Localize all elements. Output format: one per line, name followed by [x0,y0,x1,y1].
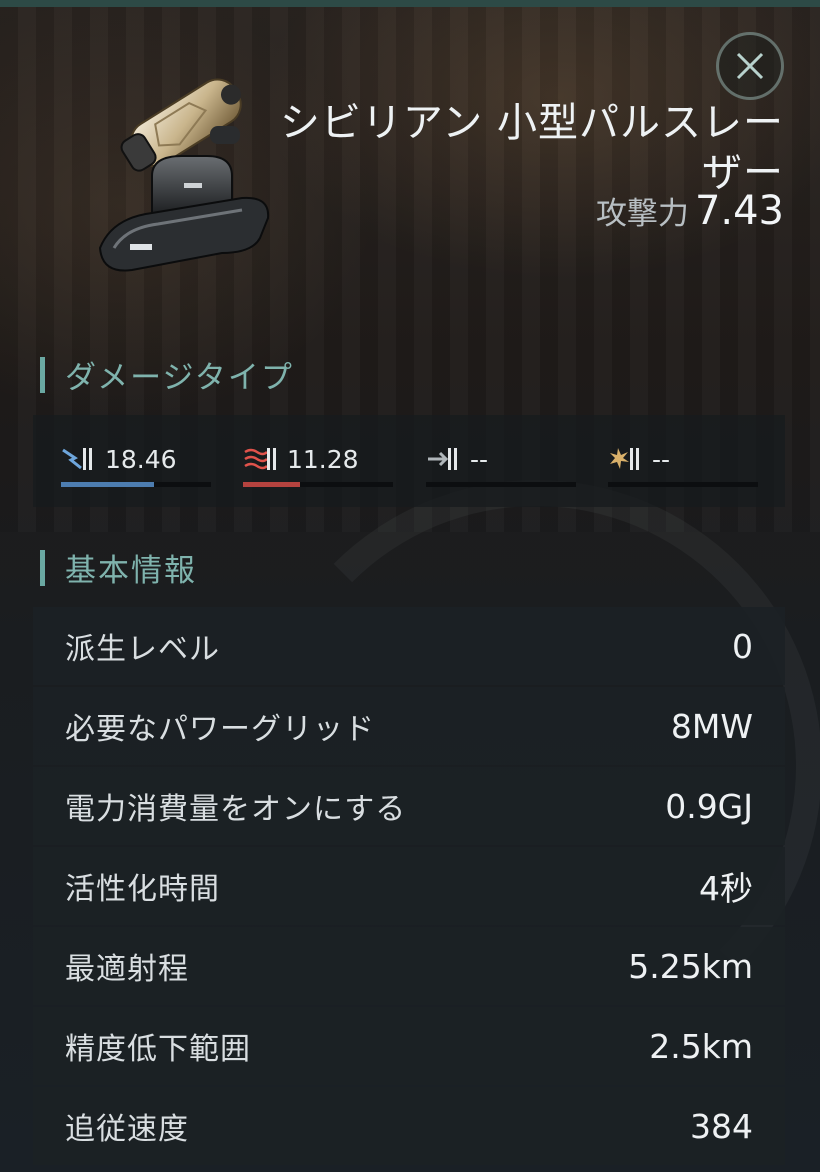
damage-value: -- [470,444,489,474]
item-name: シビリアン 小型パルスレーザー [279,100,784,196]
em-damage-icon [62,448,92,470]
damage-bar-fill [243,482,300,487]
section-accent-bar [40,356,45,393]
damage-value: 18.46 [105,444,177,474]
info-label: 派生レベル [65,632,220,667]
pulse-laser-turret-icon [92,48,282,278]
damage-value: 11.28 [287,444,359,474]
damage-bar-fill [61,482,154,487]
section-title: ダメージタイプ [65,360,294,396]
damage-kinetic: -- [426,439,576,489]
attack-value: 7.43 [694,188,784,234]
info-label: 追従速度 [65,1112,189,1147]
info-value: 0.9GJ [665,786,753,826]
top-accent-line [0,0,820,7]
basic-info-table: 派生レベル 0 必要なパワーグリッド 8MW 電力消費量をオンにする 0.9GJ… [33,607,785,1167]
damage-bar [608,482,758,487]
info-label: 必要なパワーグリッド [65,712,375,747]
attack-stat: 攻撃力 7.43 [596,188,784,234]
section-title: 基本情報 [65,553,197,589]
damage-type-panel: 18.46 11.28 -- -- [33,415,785,507]
basic-info-header: 基本情報 [40,545,197,590]
info-label: 精度低下範囲 [65,1032,251,1067]
info-row-derivation-level: 派生レベル 0 [33,607,785,685]
explosive-damage-icon [610,448,639,470]
damage-bar [426,482,576,487]
section-accent-bar [40,549,45,586]
info-label: 最適射程 [65,952,189,987]
info-row-optimal-range: 最適射程 5.25km [33,927,785,1005]
close-icon [736,52,764,80]
damage-bar [243,482,393,487]
damage-thermal: 11.28 [243,439,393,489]
info-row-activation-cost: 電力消費量をオンにする 0.9GJ [33,767,785,845]
damage-value: -- [652,444,671,474]
info-value: 0 [732,626,753,666]
info-row-activation-time: 活性化時間 4秒 [33,847,785,925]
info-label: 活性化時間 [65,872,220,907]
info-row-falloff: 精度低下範囲 2.5km [33,1007,785,1085]
info-value: 2.5km [649,1026,753,1066]
info-row-tracking-speed: 追従速度 384 [33,1087,785,1165]
damage-explosive: -- [608,439,758,489]
info-label: 電力消費量をオンにする [65,792,407,827]
info-value: 4秒 [699,869,753,908]
info-value: 8MW [670,706,753,746]
damage-em: 18.46 [61,439,211,489]
info-value: 384 [690,1106,753,1146]
thermal-damage-icon [244,448,276,470]
info-row-powergrid: 必要なパワーグリッド 8MW [33,687,785,765]
info-value: 5.25km [628,946,753,986]
damage-bar [61,482,211,487]
close-button[interactable] [716,32,784,100]
damage-type-header: ダメージタイプ [40,352,294,397]
kinetic-damage-icon [428,448,457,470]
attack-label: 攻撃力 [595,196,689,232]
